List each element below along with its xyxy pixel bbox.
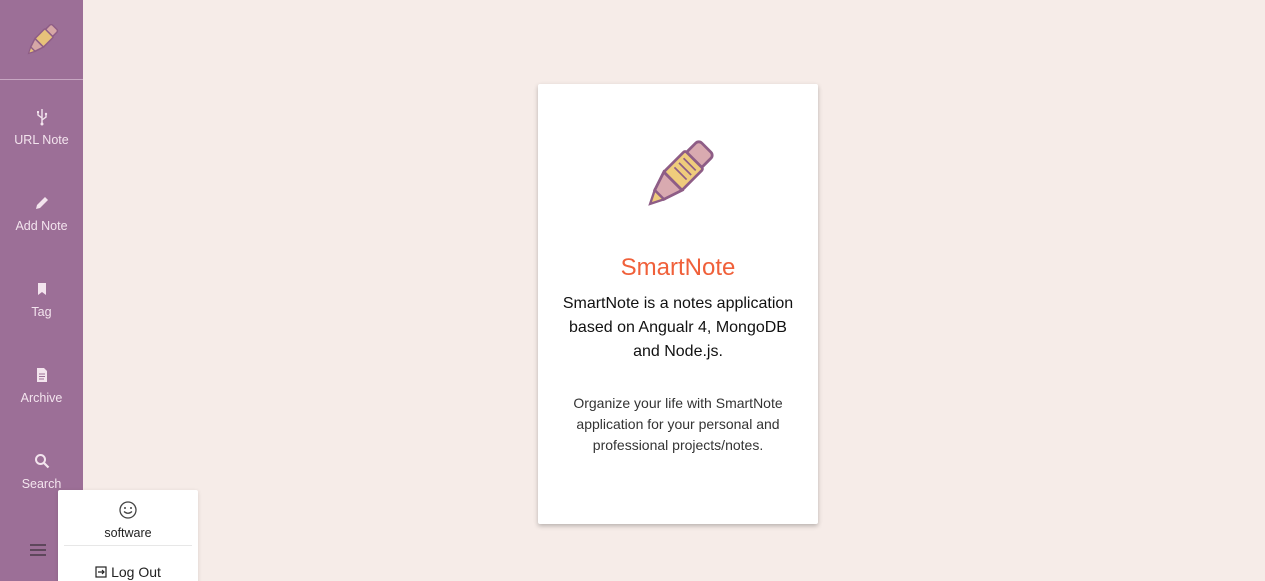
logout-label: Log Out (111, 564, 161, 580)
app-subtext: Organize your life with SmartNote applic… (573, 395, 783, 453)
sidebar-item-tag[interactable]: Tag (0, 264, 83, 334)
usb-icon (33, 108, 51, 126)
menu-toggle-button[interactable] (28, 540, 48, 560)
pen-logo-icon (648, 140, 714, 206)
logout-button[interactable]: Log Out (58, 563, 198, 581)
sidebar-item-url-note[interactable]: URL Note (0, 92, 83, 162)
pencil-icon (33, 194, 51, 212)
app-title: SmartNote (620, 254, 736, 281)
welcome-card: SmartNote SmartNote is a notes applicati… (538, 84, 818, 524)
sidebar-item-label: Add Note (15, 218, 68, 233)
search-icon (33, 452, 51, 470)
bookmark-icon (33, 280, 51, 298)
sidebar-item-label: Archive (20, 390, 63, 405)
pen-logo-icon (27, 23, 58, 54)
document-icon (33, 366, 51, 384)
smile-icon (119, 501, 137, 519)
sidebar-item-label: Search (21, 476, 62, 491)
sidebar-item-add-note[interactable]: Add Note (0, 178, 83, 248)
sidebar-item-label: Tag (31, 304, 52, 319)
app-description: SmartNote is a notes application based o… (562, 295, 794, 360)
hamburger-menu-icon (30, 544, 46, 556)
user-popup: software Log Out (58, 490, 198, 581)
sidebar-item-label: URL Note (14, 132, 69, 147)
sidebar-logo[interactable] (0, 0, 83, 80)
sidebar-item-archive[interactable]: Archive (0, 350, 83, 420)
username-label: software (104, 526, 152, 540)
logout-icon (95, 566, 107, 578)
divider (64, 545, 192, 546)
